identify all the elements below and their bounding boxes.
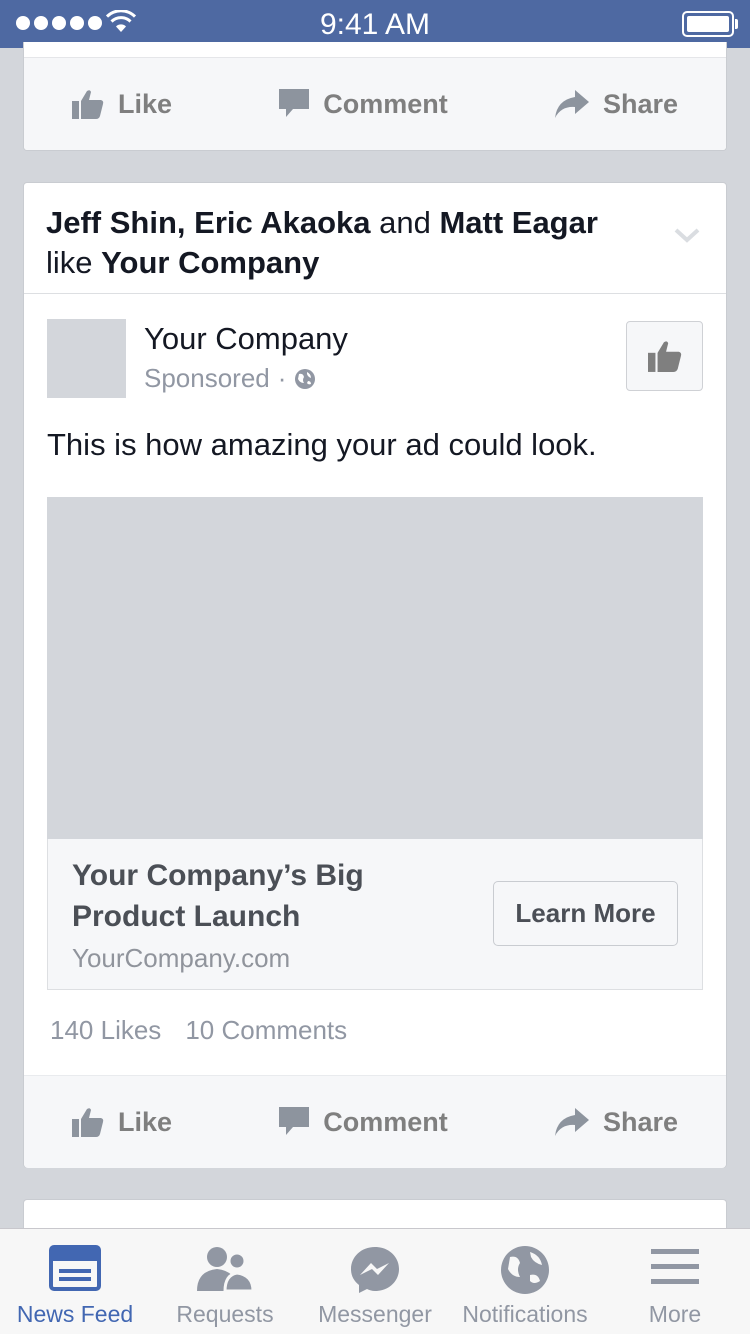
page-like-button[interactable] [626, 321, 703, 391]
share-label: Share [602, 1106, 678, 1137]
actor-link[interactable]: Jeff Shin [46, 205, 177, 240]
thumbs-up-icon [72, 90, 104, 119]
messenger-icon [351, 1247, 399, 1293]
like-label: Like [118, 1106, 173, 1137]
comment-icon [279, 89, 310, 117]
share-button[interactable]: Share [554, 88, 678, 120]
story-action-bar: Like Comment Share [24, 1075, 726, 1168]
tab-messenger[interactable]: Messenger [300, 1229, 450, 1334]
actor-link[interactable]: Eric Akaoka [194, 205, 370, 240]
ad-link-footer[interactable]: Your Company’s Big Product Launch YourCo… [47, 839, 703, 990]
tab-requests[interactable]: Requests [150, 1229, 300, 1334]
notifications-globe-icon [501, 1246, 549, 1294]
page-avatar[interactable] [47, 319, 126, 398]
sponsored-label: Sponsored [144, 363, 270, 393]
tab-label: Notifications [462, 1301, 588, 1327]
social-context: Jeff Shin, Eric Akaoka and Matt Eagar li… [24, 183, 726, 294]
tab-label: More [648, 1301, 702, 1327]
comment-button[interactable]: Comment [279, 89, 448, 120]
thumbs-up-icon [647, 341, 681, 372]
chevron-down-icon[interactable] [674, 227, 700, 243]
like-button[interactable]: Like [72, 89, 172, 120]
page-link[interactable]: Your Company [101, 245, 319, 280]
tab-news-feed[interactable]: News Feed [0, 1229, 150, 1334]
thumbs-up-icon [72, 1108, 104, 1137]
ad-url: YourCompany.com [72, 943, 291, 973]
ad-message: This is how amazing your ad could look. [47, 427, 597, 462]
more-menu-icon [651, 1249, 699, 1284]
tab-bar: News Feed Requests Messenger Notificatio… [0, 1228, 750, 1334]
battery-icon [682, 11, 738, 37]
comment-button[interactable]: Comment [279, 1107, 448, 1138]
verb-text: like [46, 245, 102, 280]
share-icon [554, 90, 589, 118]
like-label: Like [118, 88, 173, 119]
likes-count[interactable]: 140 Likes [50, 1015, 161, 1046]
comment-icon [279, 1107, 310, 1135]
engagement-counts: 140 Likes 10 Comments [50, 1015, 347, 1046]
share-icon [554, 1108, 589, 1136]
comment-label: Comment [323, 88, 448, 119]
share-button[interactable]: Share [554, 1106, 678, 1138]
previous-story-card: Like Comment Share [23, 42, 727, 151]
comment-label: Comment [323, 1106, 448, 1137]
story-action-bar: Like Comment Share [24, 58, 726, 150]
tab-more[interactable]: More [600, 1229, 750, 1334]
globe-icon [295, 368, 316, 389]
and-text: and [370, 205, 440, 240]
ad-image[interactable] [47, 497, 703, 839]
learn-more-button[interactable]: Learn More [493, 881, 678, 946]
tab-notifications[interactable]: Notifications [450, 1229, 600, 1334]
sponsored-line: Sponsored · [144, 363, 316, 394]
share-label: Share [602, 88, 678, 119]
ad-headline[interactable]: Your Company’s Big Product Launch [72, 855, 452, 937]
news-feed-icon [49, 1245, 101, 1291]
comments-count[interactable]: 10 Comments [185, 1015, 347, 1046]
like-button[interactable]: Like [72, 1107, 172, 1138]
tab-label: Requests [176, 1301, 274, 1327]
tab-label: Messenger [318, 1301, 432, 1327]
sponsored-story-card: Jeff Shin, Eric Akaoka and Matt Eagar li… [23, 182, 727, 1168]
status-time: 9:41 AM [319, 8, 431, 41]
requests-icon [197, 1247, 255, 1293]
status-bar: 9:41 AM [0, 0, 750, 48]
tab-label: News Feed [16, 1301, 134, 1327]
page-name[interactable]: Your Company [144, 321, 348, 357]
actor-link[interactable]: Matt Eagar [439, 205, 597, 240]
separator: , [176, 205, 195, 240]
dot-separator: · [277, 363, 287, 393]
